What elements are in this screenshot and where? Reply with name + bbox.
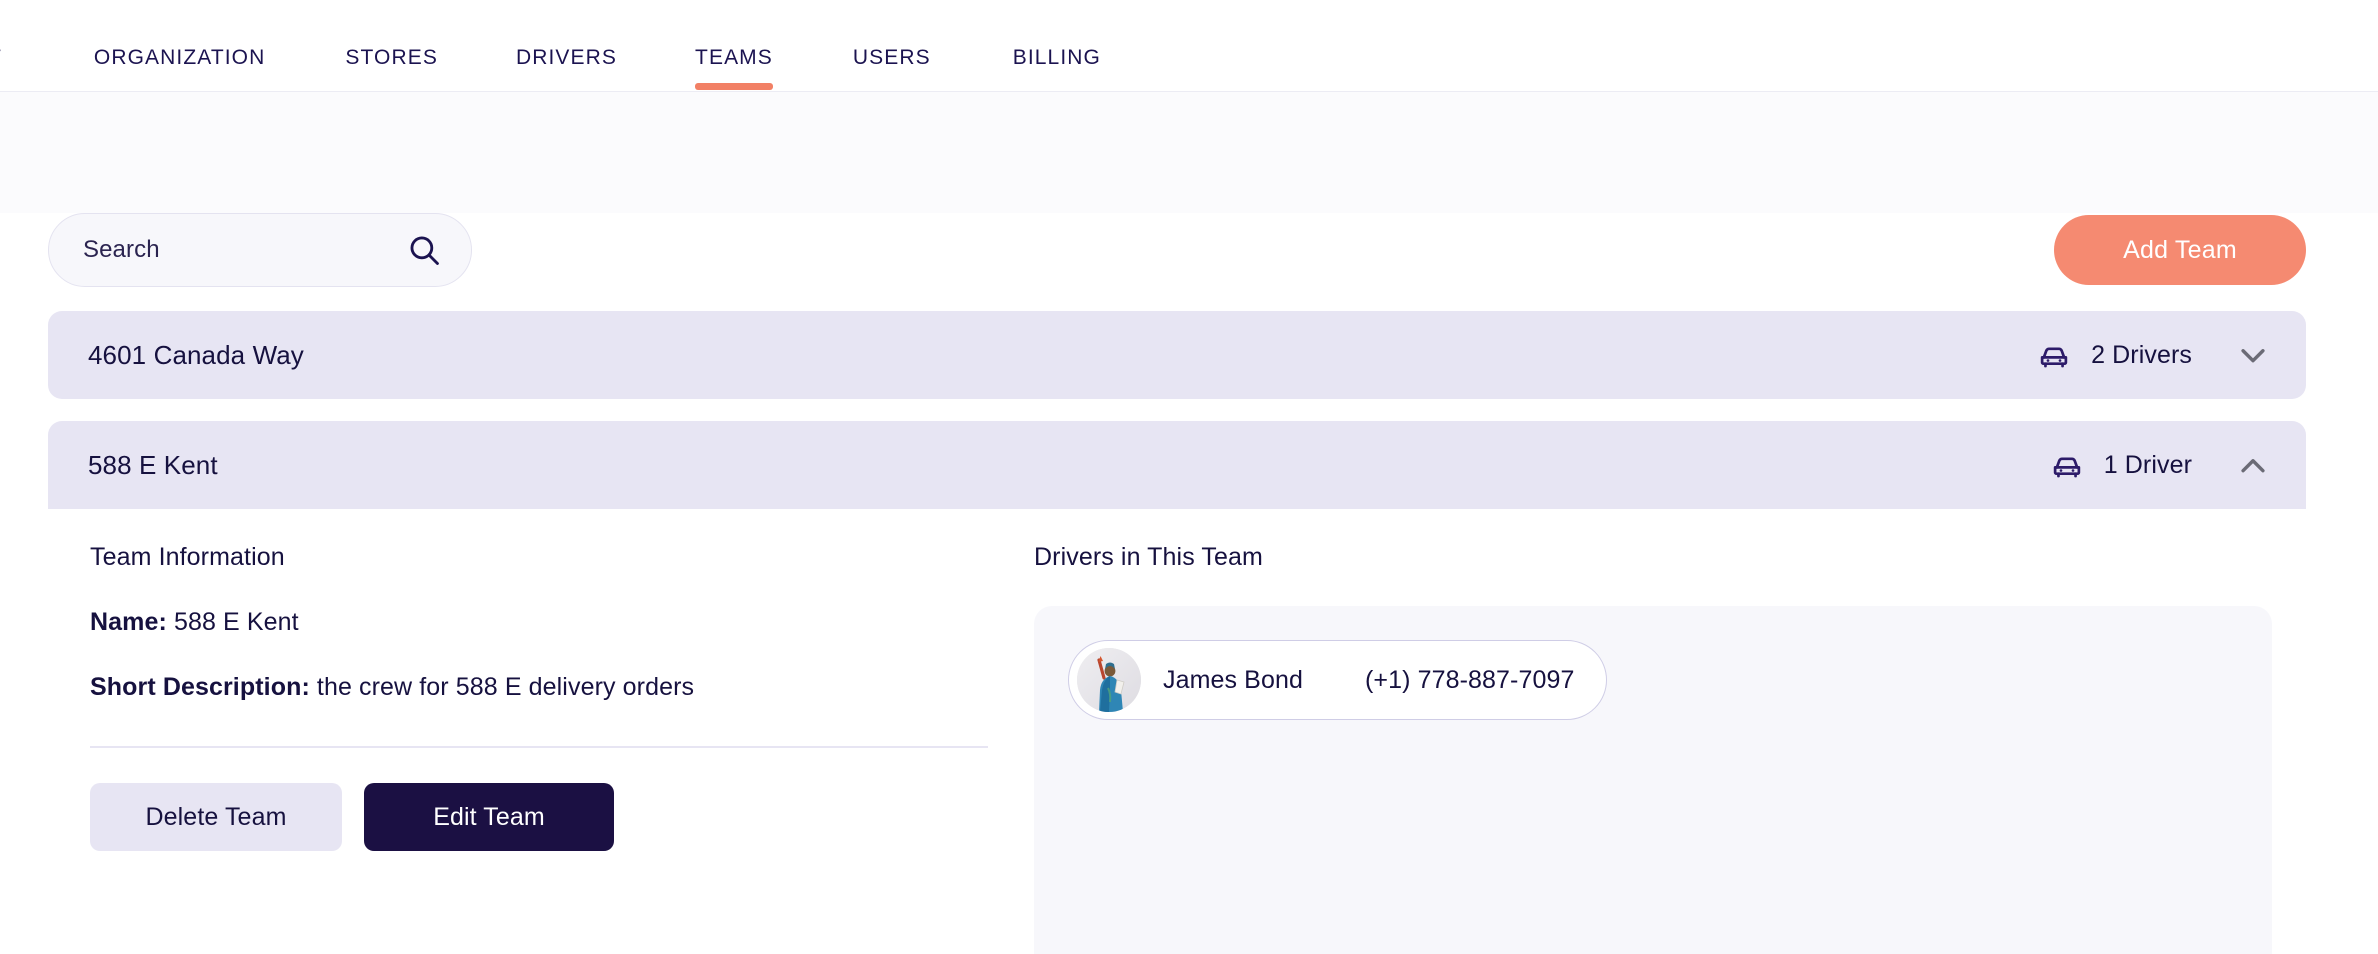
chevron-up-icon[interactable] — [2236, 448, 2270, 482]
nav-tab-label: USERS — [852, 46, 931, 69]
nav-tab-active-underline — [695, 83, 773, 90]
teams-content: Add Team 4601 Canada Way 2 Drivers 588 E… — [0, 213, 2378, 954]
nav-tab-label: BILLING — [1012, 46, 1101, 69]
search-icon[interactable] — [407, 233, 441, 267]
nav-tab-label: DRIVERS — [515, 46, 618, 69]
delete-team-button[interactable]: Delete Team — [90, 783, 342, 851]
team-name-value: 588 E Kent — [173, 608, 299, 636]
chevron-down-icon[interactable] — [2236, 338, 2270, 372]
team-description-value: the crew for 588 E delivery orders — [316, 673, 695, 701]
nav-tab-active-underline — [1013, 83, 1101, 90]
panel-divider — [90, 746, 988, 748]
team-description-label: Short Description: — [90, 673, 317, 701]
nav-tab-organization[interactable]: ORGANIZATION — [94, 0, 265, 90]
drivers-card: James Bond (+1) 778-887-7097 — [1034, 606, 2272, 954]
teams-page: Add Team 4601 Canada Way 2 Drivers 588 E… — [0, 213, 2378, 954]
nav-tab-ount[interactable]: OUNT — [0, 0, 2, 90]
team-name: 4601 Canada Way — [88, 339, 304, 370]
nav-tab-users[interactable]: USERS — [853, 0, 931, 90]
search-box[interactable] — [48, 213, 472, 287]
team-driver-count: 1 Driver — [2103, 450, 2192, 479]
car-icon — [2035, 336, 2073, 374]
car-icon — [2048, 446, 2086, 484]
nav-tab-drivers[interactable]: DRIVERS — [516, 0, 617, 90]
team-name: 588 E Kent — [88, 449, 218, 480]
team-action-buttons: Delete Team Edit Team — [90, 783, 982, 851]
nav-tab-label: ORGANIZATION — [93, 46, 266, 69]
drivers-in-team-title: Drivers in This Team — [1034, 543, 1263, 571]
team-row-meta: 1 Driver — [2048, 446, 2270, 484]
edit-team-button[interactable]: Edit Team — [364, 783, 614, 851]
team-driver-count: 2 Drivers — [2091, 340, 2192, 369]
team-description-row: Short Description: the crew for 588 E de… — [90, 673, 982, 702]
nav-tab-active-underline — [345, 83, 438, 90]
add-team-button[interactable]: Add Team — [2054, 215, 2306, 285]
team-information-title: Team Information — [90, 543, 285, 571]
team-details-panel: Team Information Name: 588 E Kent Short … — [48, 509, 2306, 954]
nav-tab-list: OUNT ORGANIZATION STORES DRIVERS TEAMS U… — [0, 0, 2378, 92]
team-name-label: Name: — [90, 608, 174, 636]
nav-tab-label: TEAMS — [695, 46, 773, 69]
nav-tab-active-underline — [516, 83, 617, 90]
statue-of-liberty-avatar — [1077, 648, 1141, 712]
nav-tab-label: STORES — [345, 46, 438, 69]
nav-tab-label: OUNT — [0, 20, 2, 70]
team-row-meta: 2 Drivers — [2035, 336, 2270, 374]
teams-toolbar: Add Team — [48, 213, 2306, 287]
top-navigation-bar: OUNT ORGANIZATION STORES DRIVERS TEAMS U… — [0, 0, 2378, 92]
search-input[interactable] — [83, 236, 407, 264]
team-row-0[interactable]: 4601 Canada Way 2 Drivers — [48, 311, 2306, 399]
team-information-column: Team Information Name: 588 E Kent Short … — [90, 543, 1022, 851]
team-row-1[interactable]: 588 E Kent 1 Driver — [48, 421, 2306, 509]
nav-tab-teams[interactable]: TEAMS — [695, 0, 773, 90]
driver-phone: (+1) 778-887-7097 — [1364, 665, 1575, 694]
driver-chip-0[interactable]: James Bond (+1) 778-887-7097 — [1068, 640, 1608, 720]
team-list: 4601 Canada Way 2 Drivers 588 E Kent 1 D… — [48, 311, 2306, 954]
nav-tab-stores[interactable]: STORES — [345, 0, 438, 90]
driver-chip-list: James Bond (+1) 778-887-7097 — [1068, 640, 2272, 720]
nav-tab-active-underline — [853, 83, 931, 90]
team-name-row: Name: 588 E Kent — [90, 608, 982, 637]
nav-tab-active-underline — [94, 83, 265, 90]
drivers-column: Drivers in This Team James Bond (+1) 778… — [1022, 543, 2272, 954]
nav-tab-active-underline — [0, 83, 2, 90]
driver-name: James Bond — [1163, 665, 1303, 694]
nav-tab-billing[interactable]: BILLING — [1013, 0, 1101, 90]
